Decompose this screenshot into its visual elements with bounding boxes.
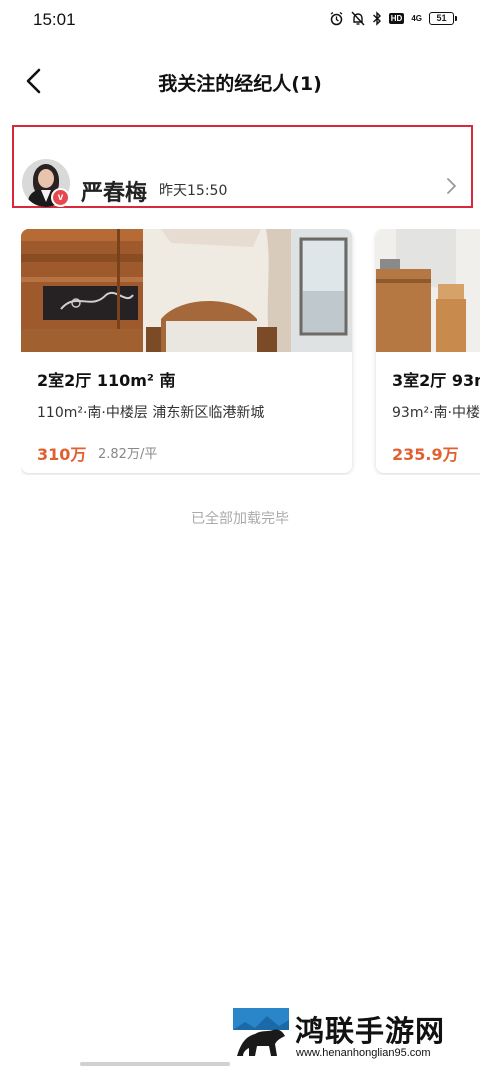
status-time: 15:01 xyxy=(33,10,76,29)
listing-carousel[interactable]: 2室2厅 110m² 南 110m²·南·中楼层 浦东新区临港新城 310万 2… xyxy=(21,229,480,475)
end-of-list-text: 已全部加载完毕 xyxy=(191,511,289,527)
listing-desc: 93m²·南·中楼层 xyxy=(392,405,480,421)
page-title: 我关注的经纪人(1) xyxy=(158,73,322,95)
status-bar: 15:01 HD 4G 51 xyxy=(0,0,480,40)
hd-icon: HD xyxy=(388,13,405,24)
watermark-url: www.henanhonglian95.com xyxy=(296,1047,431,1059)
nav-bar: 我关注的经纪人(1) xyxy=(0,55,480,109)
agent-row[interactable]: v 严春梅 昨天15:50 xyxy=(12,125,473,208)
listing-photo xyxy=(376,229,480,352)
watermark-logo-icon xyxy=(233,1008,289,1062)
agent-name: 严春梅 xyxy=(81,181,148,206)
listing-price: 310万 xyxy=(37,445,87,464)
signal-icon: 4G xyxy=(411,13,422,23)
agent-last-active: 昨天15:50 xyxy=(159,183,228,199)
watermark: 鸿联手游网 www.henanhonglian95.com xyxy=(233,1006,473,1064)
verified-badge: v xyxy=(51,188,70,207)
battery-icon: 51 xyxy=(429,12,457,25)
listing-price: 235.9万 xyxy=(392,445,459,464)
listing-card[interactable]: 3室2厅 93m² 南 93m²·南·中楼层 235.9万 xyxy=(376,229,480,473)
listing-title: 3室2厅 93m² 南 xyxy=(392,371,480,390)
listing-title: 2室2厅 110m² 南 xyxy=(37,371,176,390)
home-indicator xyxy=(80,1062,230,1066)
listing-card[interactable]: 2室2厅 110m² 南 110m²·南·中楼层 浦东新区临港新城 310万 2… xyxy=(21,229,352,473)
mute-icon xyxy=(351,11,365,26)
listing-unit-price: 2.82万/平 xyxy=(98,447,158,462)
chevron-right-icon xyxy=(447,178,456,194)
watermark-name: 鸿联手游网 xyxy=(295,1014,446,1048)
bluetooth-icon xyxy=(372,11,381,26)
listing-photo xyxy=(21,229,352,352)
alarm-icon xyxy=(330,11,343,26)
status-icons: HD 4G 51 xyxy=(329,11,457,26)
listing-desc: 110m²·南·中楼层 浦东新区临港新城 xyxy=(37,405,265,421)
